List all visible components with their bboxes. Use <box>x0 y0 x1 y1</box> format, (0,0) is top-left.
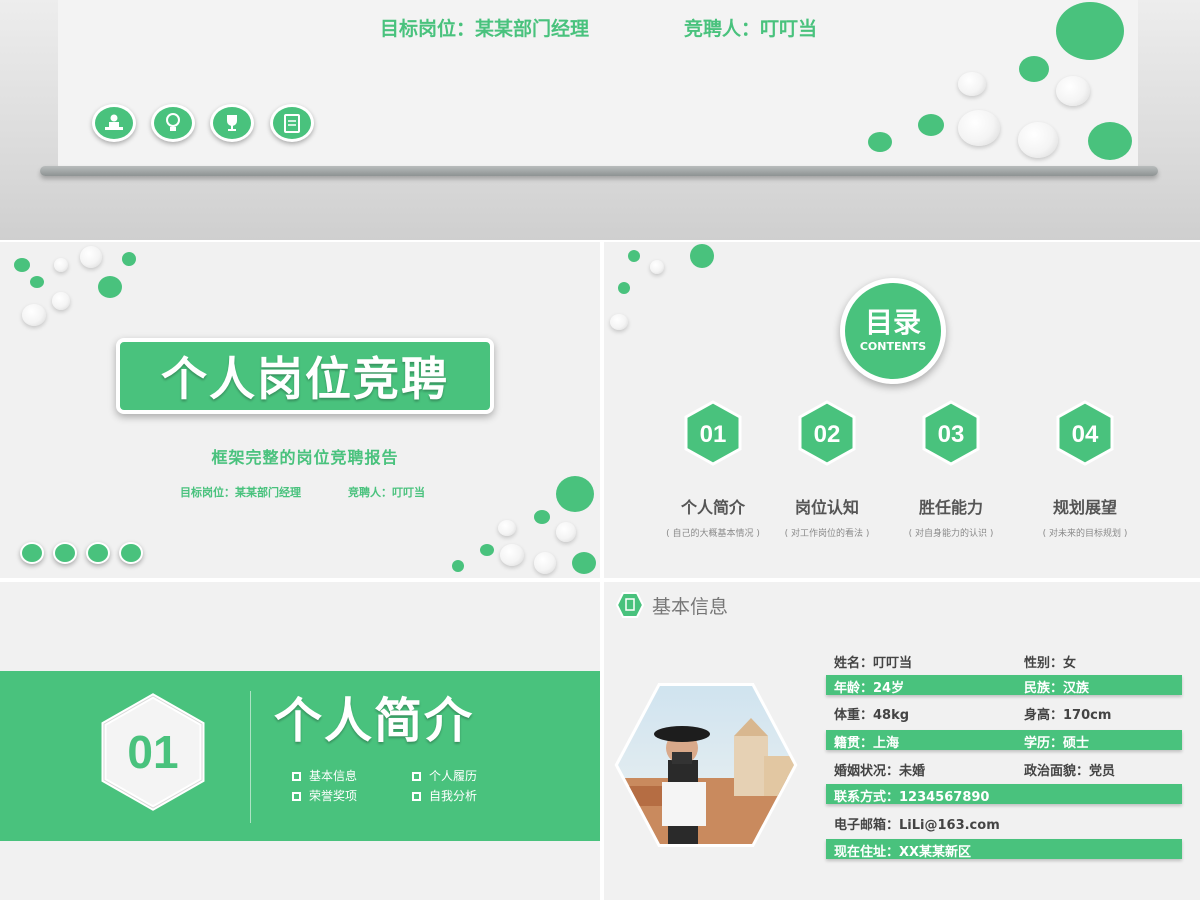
candidate-text: 竞聘人：叮叮当 <box>348 486 425 499</box>
contents-title-en: CONTENTS <box>859 340 927 353</box>
decor-dot <box>1088 122 1132 160</box>
top-banner-slide: 目标岗位：某某部门经理 竞聘人：叮叮当 <box>0 0 1200 240</box>
decor-dot <box>480 544 494 556</box>
section-item[interactable]: 基本信息 <box>292 767 357 784</box>
section-item[interactable]: 个人履历 <box>412 767 477 784</box>
contents-slide: 目录 CONTENTS 01 个人简介 ( 自己的大概基本情况 ) 02 岗位认… <box>604 242 1200 578</box>
clipboard-icon <box>270 104 314 142</box>
section-divider <box>250 691 251 823</box>
section-title: 个人简介 <box>274 693 475 749</box>
toc-name: 规划展望 <box>1052 498 1117 517</box>
info-row: 婚姻状况：未婚 政治面貌：党员 <box>834 764 1116 779</box>
title-slide: 个人岗位竞聘 框架完整的岗位竞聘报告 目标岗位：某某部门经理 竞聘人：叮叮当 <box>0 242 600 578</box>
contents-title: 目录 <box>864 306 921 339</box>
slide-title: 个人岗位竞聘 <box>161 352 449 406</box>
info-row: 籍贯：上海 学历：硕士 <box>826 730 1182 751</box>
hexagon-03: 03 <box>922 400 980 466</box>
decor-dot <box>98 276 122 298</box>
info-row: 联系方式：1234567890 <box>826 784 1182 805</box>
toc-name: 胜任能力 <box>918 498 983 517</box>
decor-dot <box>650 260 664 274</box>
trophy-icon <box>210 104 254 142</box>
decor-dot <box>556 476 594 512</box>
toc-item-3[interactable]: 03 胜任能力 ( 对自身能力的认识 ) <box>876 400 1026 539</box>
decor-dot <box>918 114 944 136</box>
lightbulb-icon <box>53 542 77 564</box>
decor-dot <box>54 258 68 272</box>
decor-dot <box>500 544 524 566</box>
decor-dot <box>1056 2 1124 60</box>
toc-desc: ( 对未来的目标规划 ) <box>1042 529 1128 539</box>
decor-dot <box>534 552 556 574</box>
document-icon <box>616 592 644 618</box>
decor-dot <box>618 282 630 294</box>
info-row: 现在住址：XX某某新区 <box>826 839 1182 860</box>
decor-dot <box>30 276 44 288</box>
target-position-text: 目标岗位：某某部门经理 <box>180 486 301 499</box>
decor-dot <box>556 522 576 542</box>
toc-num: 03 <box>938 421 965 448</box>
toc-desc: ( 对自身能力的认识 ) <box>908 529 994 539</box>
info-heading: 基本信息 <box>652 596 729 618</box>
contents-badge: 目录 CONTENTS <box>840 278 946 384</box>
info-row: 体重：48kg 身高：170cm <box>834 708 1112 723</box>
decor-dot <box>958 72 986 96</box>
checkbox-icon <box>412 792 421 801</box>
decor-dot <box>958 110 1000 146</box>
checkbox-icon <box>292 772 301 781</box>
info-row: 年龄：24岁 民族：汉族 <box>826 675 1182 696</box>
decor-dot <box>22 304 46 326</box>
hexagon-01: 01 <box>684 400 742 466</box>
decor-dot <box>498 520 516 536</box>
decor-dot <box>14 258 30 272</box>
section-slide: 个人简介 基本信息 个人履历 荣誉奖项 自我分析 01 <box>0 582 600 900</box>
section-number-hexagon: 01 <box>101 693 205 811</box>
toc-num: 04 <box>1072 421 1099 448</box>
decor-dot <box>122 252 136 266</box>
decor-dot <box>534 510 550 524</box>
section-number: 01 <box>127 726 178 778</box>
info-row: 姓名：叮叮当 性别：女 <box>834 656 1077 671</box>
profile-photo <box>614 683 798 847</box>
banner-shelf <box>40 166 1158 176</box>
decor-dot <box>572 552 596 574</box>
decor-dot <box>868 132 892 152</box>
hexagon-02: 02 <box>798 400 856 466</box>
clipboard-icon <box>119 542 143 564</box>
decor-dot <box>610 314 628 330</box>
candidate-text: 竞聘人：叮叮当 <box>684 18 818 40</box>
presenter-icon <box>92 104 136 142</box>
decor-dot <box>1018 122 1058 158</box>
title-box: 个人岗位竞聘 <box>116 338 494 414</box>
toc-item-4[interactable]: 04 规划展望 ( 对未来的目标规划 ) <box>1010 400 1160 539</box>
lightbulb-icon <box>151 104 195 142</box>
section-band: 个人简介 基本信息 个人履历 荣誉奖项 自我分析 <box>0 671 600 841</box>
decor-dot <box>1056 76 1090 106</box>
basic-info-slide: 基本信息 姓名：叮叮当 性别：女 年龄：24岁 民族：汉族 体重：48kg 身高：17… <box>604 582 1200 900</box>
info-row: 电子邮箱：LiLi@163.com <box>834 818 1000 833</box>
decor-dot <box>452 560 464 572</box>
slide-subtitle: 框架完整的岗位竞聘报告 <box>211 448 399 467</box>
checkbox-icon <box>292 792 301 801</box>
target-position-text: 目标岗位：某某部门经理 <box>380 18 590 40</box>
toc-num: 02 <box>814 421 841 448</box>
decor-dot <box>628 250 640 262</box>
decor-dot <box>1019 56 1049 82</box>
decor-dot <box>690 244 714 268</box>
section-item[interactable]: 自我分析 <box>412 787 477 804</box>
presenter-icon <box>20 542 44 564</box>
trophy-icon <box>86 542 110 564</box>
toc-num: 01 <box>700 421 727 448</box>
decor-dot <box>52 292 70 310</box>
checkbox-icon <box>412 772 421 781</box>
hexagon-04: 04 <box>1056 400 1114 466</box>
section-item[interactable]: 荣誉奖项 <box>292 787 357 804</box>
decor-dot <box>80 246 102 268</box>
